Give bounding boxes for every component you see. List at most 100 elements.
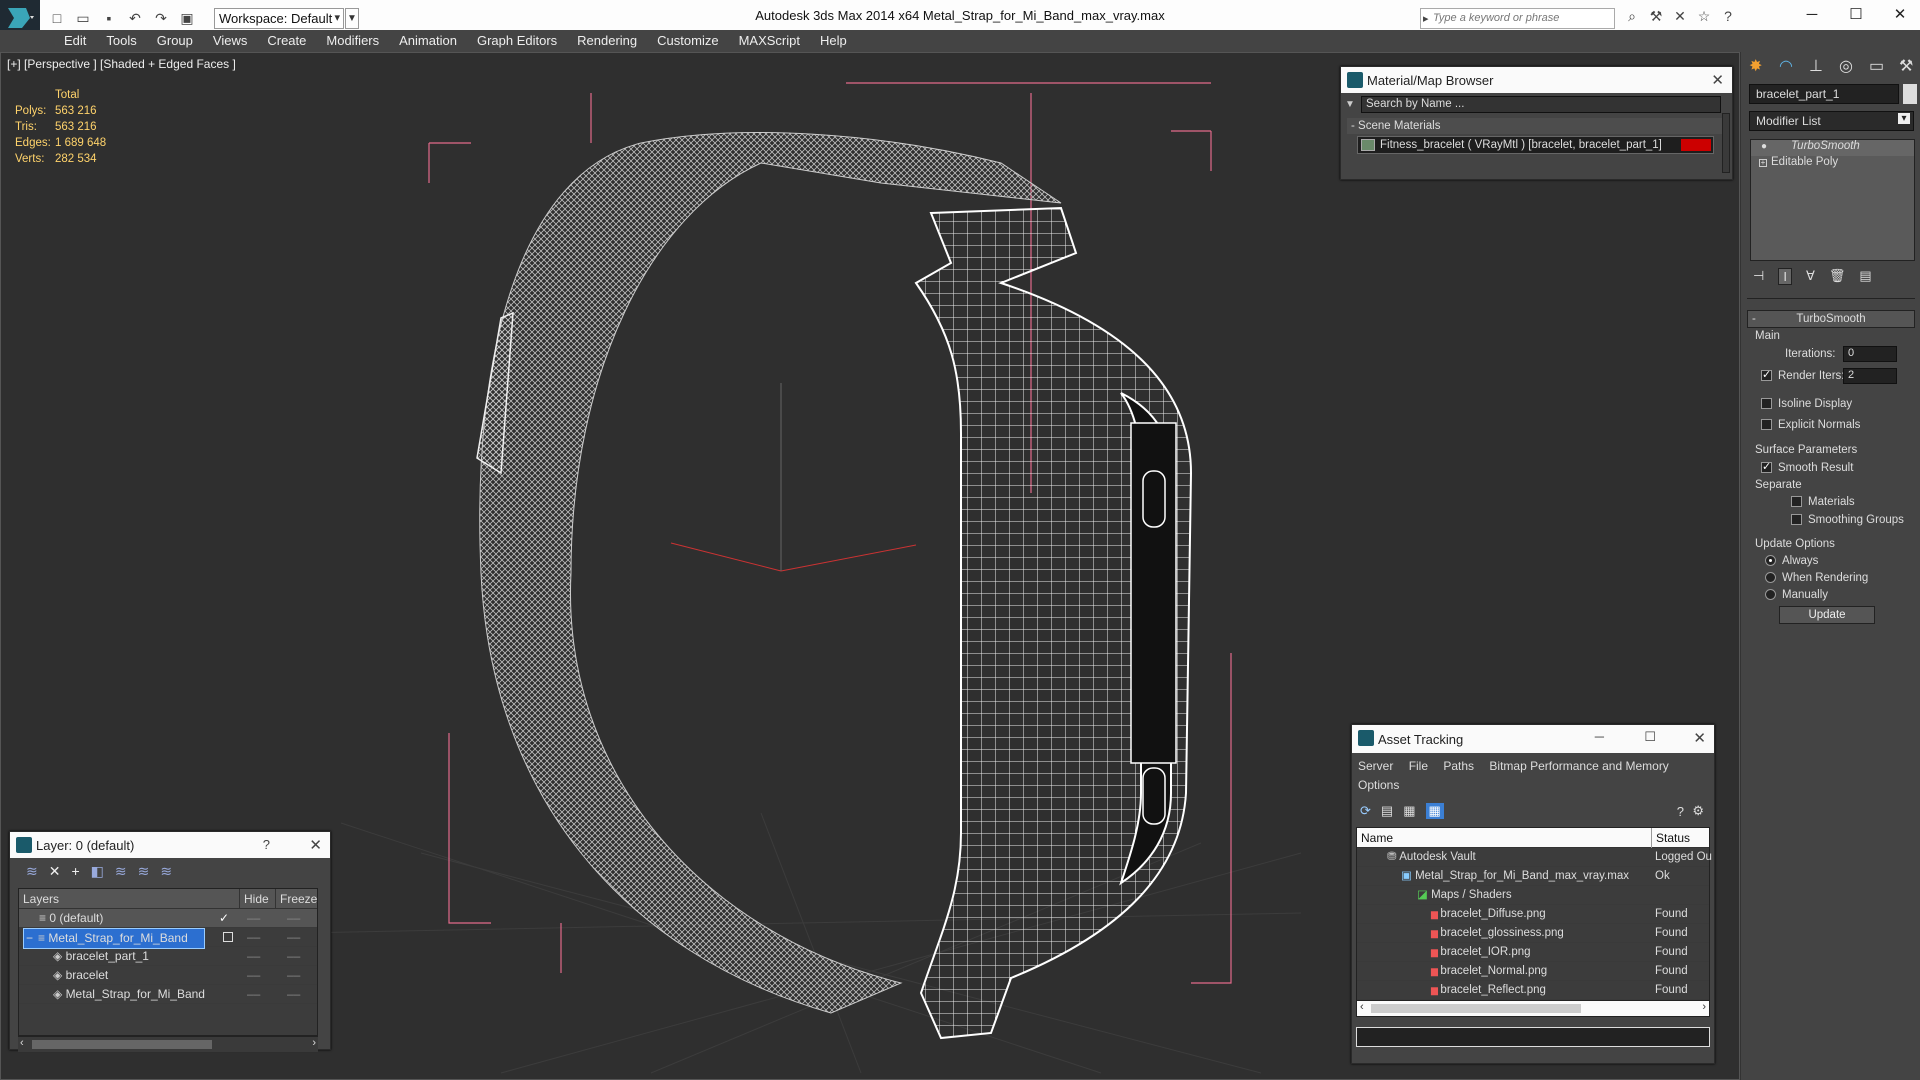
freeze-all-layers-icon[interactable]: ≋ <box>160 863 172 880</box>
motion-tab-icon[interactable]: ◎ <box>1839 56 1853 75</box>
menu-bitmap-performance[interactable]: Bitmap Performance and Memory <box>1489 759 1668 773</box>
minimize-icon[interactable]: ─ <box>1790 2 1834 28</box>
close-icon[interactable]: ✕ <box>309 836 322 854</box>
stack-item-editable-poly[interactable]: + Editable Poly <box>1751 156 1914 172</box>
stack-item-turbosmooth[interactable]: ● TurboSmooth <box>1751 140 1914 156</box>
material-item-fitness-bracelet[interactable]: Fitness_bracelet ( VRayMtl ) [bracelet, … <box>1357 136 1714 154</box>
isoline-checkbox[interactable] <box>1761 398 1772 410</box>
delete-layer-icon[interactable]: ✕ <box>49 863 61 880</box>
create-layer-icon[interactable]: ≋ <box>26 863 38 880</box>
list-view-icon[interactable]: ▤ <box>1381 803 1393 819</box>
help-icon[interactable]: ? <box>1718 8 1738 28</box>
menu-tools[interactable]: Tools <box>96 30 146 52</box>
modifier-list-dropdown[interactable]: Modifier List ▾ <box>1749 111 1914 131</box>
highlight-layer-icon[interactable]: ≋ <box>115 863 127 880</box>
menu-options[interactable]: Options <box>1358 778 1399 792</box>
render-iters-checkbox[interactable] <box>1761 368 1772 382</box>
object-color-swatch[interactable] <box>1903 84 1917 104</box>
menu-paths[interactable]: Paths <box>1443 759 1474 773</box>
iterations-spinner[interactable]: 0 <box>1843 346 1897 362</box>
scrollbar-thumb[interactable] <box>32 1040 212 1049</box>
menu-rendering[interactable]: Rendering <box>567 30 647 52</box>
asset-row-scene-file[interactable]: ▣ Metal_Strap_for_Mi_Band_max_vray.max Ok <box>1357 867 1709 886</box>
when-rendering-radio[interactable] <box>1765 572 1776 584</box>
menu-file[interactable]: File <box>1409 759 1428 773</box>
menu-views[interactable]: Views <box>203 30 257 52</box>
close-icon[interactable]: ✕ <box>1711 71 1724 89</box>
scrollbar-thumb[interactable] <box>1371 1004 1581 1013</box>
update-always-option[interactable]: Always <box>1765 555 1818 567</box>
explicit-normals-checkbox[interactable] <box>1761 419 1772 431</box>
asset-row-map[interactable]: ▆ bracelet_IOR.png Found <box>1357 943 1709 962</box>
isoline-display-option[interactable]: Isoline Display <box>1761 398 1852 410</box>
hide-all-layers-icon[interactable]: ≋ <box>138 863 150 880</box>
pin-stack-icon[interactable]: ⊣ <box>1753 268 1764 285</box>
object-row-metal-strap[interactable]: ◈ Metal_Strap_for_Mi_Band –– –– <box>19 985 317 1004</box>
maximize-icon[interactable]: ☐ <box>1644 729 1656 745</box>
scroll-right-icon[interactable]: › <box>312 1037 316 1049</box>
collapse-icon[interactable]: − <box>26 929 33 948</box>
scene-materials-section[interactable]: - Scene Materials <box>1347 118 1726 134</box>
help-icon[interactable]: ? <box>263 837 270 852</box>
separate-smoothing-groups-option[interactable]: Smoothing Groups <box>1791 514 1904 526</box>
object-row-bracelet[interactable]: ◈ bracelet –– –– <box>19 966 317 985</box>
binoculars-icon[interactable]: ⌕ <box>1622 8 1642 28</box>
make-unique-icon[interactable]: ∀ <box>1806 268 1815 285</box>
lightbulb-icon[interactable]: ● <box>1761 141 1767 152</box>
show-end-result-icon[interactable]: I <box>1778 268 1792 285</box>
scroll-left-icon[interactable]: ‹ <box>20 1037 24 1049</box>
smoothing-groups-checkbox[interactable] <box>1791 514 1802 526</box>
smooth-result-option[interactable]: Smooth Result <box>1761 460 1853 474</box>
asset-row-map[interactable]: ▆ bracelet_Normal.png Found <box>1357 962 1709 981</box>
hierarchy-tab-icon[interactable]: ⊥ <box>1809 56 1823 75</box>
object-row-bracelet-part-1[interactable]: ◈ bracelet_part_1 –– –– <box>19 947 317 966</box>
update-manually-option[interactable]: Manually <box>1765 589 1828 601</box>
menu-graph-editors[interactable]: Graph Editors <box>467 30 567 52</box>
asset-row-vault[interactable]: ⛃ Autodesk Vault Logged Ou <box>1357 848 1712 867</box>
create-tab-icon[interactable]: ✸ <box>1749 56 1763 75</box>
table-view-icon[interactable]: ▦ <box>1425 803 1444 819</box>
vault-settings-icon[interactable]: ⚙ <box>1692 803 1704 819</box>
asset-path-field[interactable] <box>1356 1027 1710 1047</box>
asset-row-maps-shaders[interactable]: ◪ Maps / Shaders <box>1357 886 1709 905</box>
set-current-layer-box[interactable] <box>223 932 233 942</box>
scroll-left-icon[interactable]: ‹ <box>1360 1001 1364 1013</box>
update-button[interactable]: Update <box>1779 606 1875 624</box>
modify-tab-icon[interactable]: ◠ <box>1779 56 1793 75</box>
display-tab-icon[interactable]: ▭ <box>1869 56 1884 75</box>
select-objects-icon[interactable]: ◧ <box>91 863 104 880</box>
always-radio[interactable] <box>1765 555 1776 567</box>
asset-horizontal-scrollbar[interactable]: ‹ › <box>1357 1000 1709 1016</box>
keyword-search-input[interactable]: Type a keyword or phrase <box>1420 8 1615 29</box>
menu-customize[interactable]: Customize <box>647 30 728 52</box>
menu-maxscript[interactable]: MAXScript <box>729 30 810 52</box>
add-to-layer-icon[interactable]: + <box>71 863 79 879</box>
menu-create[interactable]: Create <box>257 30 316 52</box>
asset-row-map[interactable]: ▆ bracelet_Reflect.png Found <box>1357 981 1709 1000</box>
menu-animation[interactable]: Animation <box>389 30 467 52</box>
manually-radio[interactable] <box>1765 589 1776 601</box>
viewport-label[interactable]: [+] [Perspective ] [Shaded + Edged Faces… <box>7 57 236 71</box>
layer-row-default[interactable]: ≡ 0 (default) ✓ –– –– <box>19 909 317 928</box>
favorites-star-icon[interactable]: ☆ <box>1694 8 1714 28</box>
smooth-result-checkbox[interactable] <box>1761 460 1772 474</box>
communication-icon[interactable]: ✕ <box>1670 8 1690 28</box>
layers-horizontal-scrollbar[interactable]: ‹ › <box>18 1036 318 1052</box>
thumbnail-view-icon[interactable]: ▦ <box>1403 803 1415 819</box>
utilities-tab-icon[interactable]: ⚒ <box>1899 56 1913 75</box>
refresh-icon[interactable]: ⟳ <box>1360 803 1371 819</box>
object-name-field[interactable]: bracelet_part_1 <box>1749 84 1899 104</box>
menu-group[interactable]: Group <box>147 30 203 52</box>
filter-icon[interactable]: ▼ <box>1345 99 1361 110</box>
material-search-input[interactable]: Search by Name ... <box>1361 95 1721 113</box>
materials-checkbox[interactable] <box>1791 496 1802 508</box>
render-iters-spinner[interactable]: 2 <box>1843 368 1897 384</box>
minimize-icon[interactable]: ─ <box>1595 729 1604 744</box>
expand-icon[interactable]: + <box>1759 159 1767 167</box>
remove-modifier-icon[interactable]: 🗑 <box>1829 268 1846 285</box>
layer-row-metal-strap[interactable]: − ≡ Metal_Strap_for_Mi_Band –– –– <box>19 928 317 949</box>
material-browser-scrollbar[interactable] <box>1722 113 1730 173</box>
menu-server[interactable]: Server <box>1358 759 1393 773</box>
configure-modifier-sets-icon[interactable]: ▤ <box>1859 268 1871 285</box>
menu-modifiers[interactable]: Modifiers <box>316 30 389 52</box>
